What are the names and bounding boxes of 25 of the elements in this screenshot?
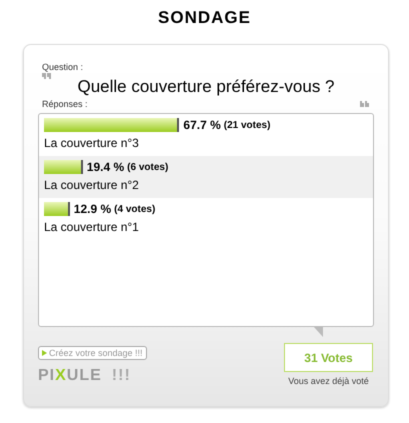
result-percent: 12.9 % bbox=[74, 202, 112, 216]
result-votes: (21 votes) bbox=[224, 120, 270, 130]
logo-exclamation: !!! bbox=[112, 367, 131, 385]
result-bar bbox=[44, 160, 83, 174]
total-votes: 31 Votes bbox=[284, 343, 373, 372]
logo-text: X bbox=[55, 367, 67, 385]
logo-text: ULE bbox=[66, 367, 102, 385]
logo-text: PI bbox=[38, 367, 56, 385]
result-percent: 67.7 % bbox=[183, 118, 221, 132]
answer-label: La couverture n°1 bbox=[44, 220, 140, 234]
quote-icon bbox=[360, 101, 370, 107]
result-votes: (6 votes) bbox=[127, 162, 168, 172]
create-poll-link[interactable]: Créez votre sondage !!! bbox=[38, 346, 147, 360]
arrow-icon bbox=[42, 350, 47, 356]
poll-title: SONDAGE bbox=[157, 8, 252, 29]
vote-status: Vous avez déjà voté bbox=[288, 376, 369, 386]
answer-label: La couverture n°3 bbox=[44, 136, 140, 150]
question-label: Question : bbox=[42, 62, 84, 72]
quote-icon bbox=[42, 73, 52, 79]
question-text: Quelle couverture préférez-vous ? bbox=[76, 77, 336, 97]
answers-label: Réponses : bbox=[42, 99, 88, 109]
answer-label: La couverture n°2 bbox=[44, 178, 140, 192]
result-bar bbox=[44, 202, 70, 216]
result-percent: 19.4 % bbox=[86, 160, 124, 174]
result-votes: (4 votes) bbox=[114, 204, 156, 214]
